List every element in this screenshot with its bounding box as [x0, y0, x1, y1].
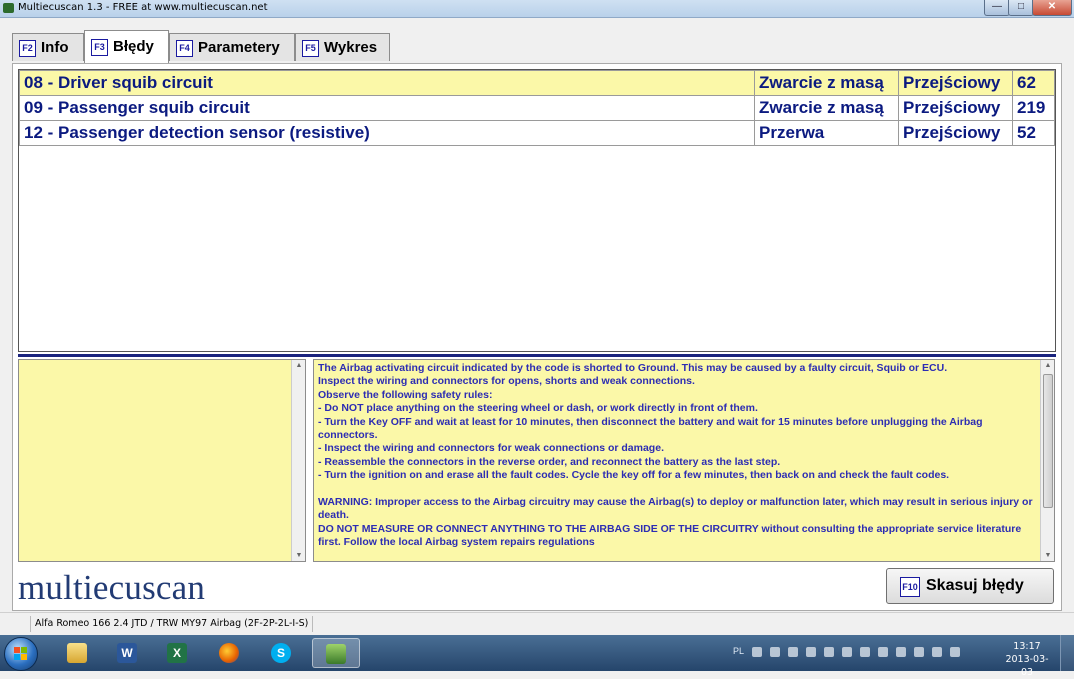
scroll-down-icon[interactable]: ▼ — [292, 552, 306, 559]
fault-count: 219 — [1011, 95, 1055, 121]
windows-logo-icon — [14, 647, 28, 661]
multiecuscan-app-icon — [326, 644, 346, 664]
fault-count: 52 — [1011, 120, 1055, 146]
tray-app-icon[interactable] — [878, 647, 888, 657]
fault-count: 62 — [1011, 70, 1055, 96]
taskbar-explorer[interactable] — [58, 638, 96, 668]
scroll-thumb[interactable] — [1043, 374, 1053, 508]
tray-app-icon[interactable] — [824, 647, 834, 657]
tab-label: Błędy — [113, 38, 154, 55]
word-icon: W — [117, 643, 137, 663]
multiecuscan-logo: multiecuscan — [18, 568, 206, 607]
taskbar-excel[interactable]: X — [158, 638, 196, 668]
scroll-down-icon[interactable]: ▼ — [1041, 552, 1055, 559]
close-button[interactable]: ✕ — [1032, 0, 1072, 16]
tab-label: Wykres — [324, 39, 378, 56]
minimize-button[interactable]: — — [984, 0, 1010, 16]
network-signal-icon[interactable] — [950, 647, 960, 657]
maximize-button[interactable]: □ — [1008, 0, 1034, 16]
tab-key-badge: F5 — [302, 40, 319, 57]
key-badge: F10 — [900, 577, 920, 597]
tab-key-badge: F3 — [91, 39, 108, 56]
status-bar: Alfa Romeo 166 2.4 JTD / TRW MY97 Airbag… — [0, 612, 1074, 635]
tray-app-icon[interactable] — [770, 647, 780, 657]
vehicle-status: Alfa Romeo 166 2.4 JTD / TRW MY97 Airbag… — [30, 616, 314, 632]
bluetooth-icon[interactable] — [860, 647, 870, 657]
taskbar: W X S PL 13:17 2013-03-03 — [0, 635, 1074, 678]
info-scrollbar[interactable]: ▲ ▼ — [291, 360, 305, 561]
clock-time: 13:17 — [1013, 641, 1041, 652]
tray-icons — [752, 647, 984, 659]
panel-divider — [18, 354, 1056, 357]
fault-code: 12 - Passenger detection sensor (resisti… — [19, 120, 756, 146]
scroll-up-icon[interactable]: ▲ — [1041, 362, 1055, 369]
fault-type: Przerwa — [754, 120, 900, 146]
fault-row[interactable]: 12 - Passenger detection sensor (resisti… — [19, 120, 1055, 146]
folder-icon — [67, 643, 87, 663]
excel-icon: X — [167, 643, 187, 663]
language-indicator[interactable]: PL — [733, 646, 744, 656]
fault-description: The Airbag activating circuit indicated … — [318, 362, 1033, 549]
fault-status: Przejściowy — [898, 95, 1013, 121]
window-title: Multiecuscan 1.3 - FREE at www.multiecus… — [18, 2, 268, 13]
tab-key-badge: F4 — [176, 40, 193, 57]
clear-faults-button[interactable]: F10 Skasuj błędy — [886, 568, 1054, 604]
clock-date: 2013-03-03 — [1005, 654, 1049, 678]
fault-row[interactable]: 08 - Driver squib circuit Zwarcie z masą… — [19, 70, 1055, 96]
taskbar-skype[interactable]: S — [262, 638, 300, 668]
fault-code: 08 - Driver squib circuit — [19, 70, 756, 96]
taskbar-multiecuscan[interactable] — [312, 638, 360, 668]
taskbar-firefox[interactable] — [210, 638, 248, 668]
tab-label: Info — [41, 39, 69, 56]
fault-status: Przejściowy — [898, 70, 1013, 96]
fault-description-panel: The Airbag activating circuit indicated … — [313, 359, 1055, 562]
keyboard-icon[interactable] — [752, 647, 762, 657]
scroll-up-icon[interactable]: ▲ — [292, 362, 306, 369]
tab-key-badge: F2 — [19, 40, 36, 57]
tab-parametery[interactable]: F4 Parametery — [169, 33, 295, 61]
start-button[interactable] — [4, 637, 38, 671]
fault-table: 08 - Driver squib circuit Zwarcie z masą… — [19, 70, 1055, 146]
fault-info-panel: ▲ ▼ — [18, 359, 306, 562]
action-center-flag-icon[interactable] — [896, 647, 906, 657]
fault-list[interactable]: 08 - Driver squib circuit Zwarcie z masą… — [18, 69, 1056, 352]
fault-code: 09 - Passenger squib circuit — [19, 95, 756, 121]
clock[interactable]: 13:17 2013-03-03 — [1002, 640, 1052, 679]
skype-icon: S — [271, 643, 291, 663]
tab-label: Parametery — [198, 39, 280, 56]
fault-row[interactable]: 09 - Passenger squib circuit Zwarcie z m… — [19, 95, 1055, 121]
firefox-icon — [219, 643, 239, 663]
tab-info[interactable]: F2 Info — [12, 33, 84, 61]
title-bar: Multiecuscan 1.3 - FREE at www.multiecus… — [0, 0, 1074, 18]
tab-bledy[interactable]: F3 Błędy — [84, 30, 169, 63]
description-scrollbar[interactable]: ▲ ▼ — [1040, 360, 1054, 561]
tray-app-icon[interactable] — [842, 647, 852, 657]
taskbar-word[interactable]: W — [108, 638, 146, 668]
tray-app-icon[interactable] — [788, 647, 798, 657]
fault-type: Zwarcie z masą — [754, 70, 900, 96]
clear-faults-label: Skasuj błędy — [926, 577, 1024, 594]
tray-app-icon[interactable] — [806, 647, 816, 657]
battery-icon[interactable] — [914, 647, 924, 657]
fault-status: Przejściowy — [898, 120, 1013, 146]
show-desktop-button[interactable] — [1060, 635, 1074, 671]
volume-icon[interactable] — [932, 647, 942, 657]
app-icon — [3, 3, 14, 13]
tab-wykres[interactable]: F5 Wykres — [295, 33, 390, 61]
fault-type: Zwarcie z masą — [754, 95, 900, 121]
